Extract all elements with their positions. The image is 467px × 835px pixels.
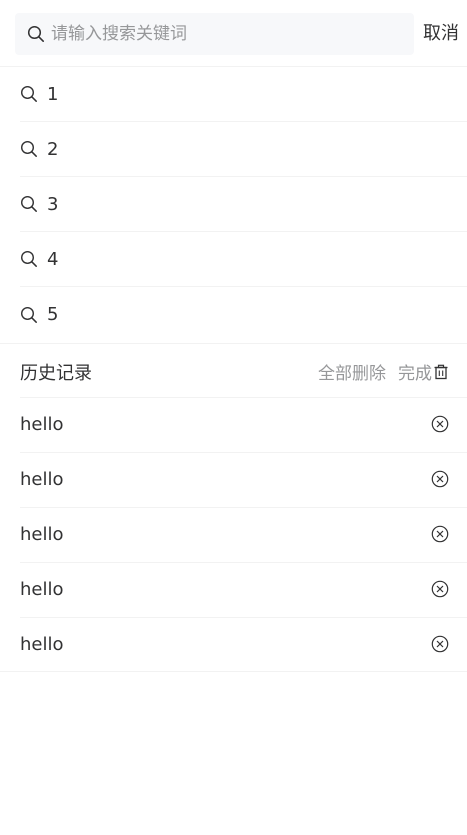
suggestion-item[interactable]: 1 — [20, 67, 467, 122]
search-icon — [20, 250, 38, 268]
close-circle-icon[interactable] — [431, 635, 449, 653]
cancel-button[interactable]: 取消 — [423, 21, 459, 47]
history-item[interactable]: hello — [0, 452, 467, 507]
history-item[interactable]: hello — [0, 507, 467, 562]
close-circle-icon[interactable] — [431, 580, 449, 598]
search-box[interactable] — [15, 13, 414, 55]
divider — [20, 397, 467, 398]
suggestion-item[interactable]: 3 — [20, 177, 467, 232]
history-item-label: hello — [20, 633, 64, 655]
close-circle-icon[interactable] — [431, 525, 449, 543]
history-item[interactable]: hello — [0, 617, 467, 672]
trash-icon[interactable] — [433, 364, 449, 380]
suggestion-label: 1 — [47, 83, 59, 105]
history-item[interactable]: hello — [0, 397, 467, 452]
search-bar: 取消 — [0, 0, 467, 67]
suggestion-item[interactable]: 5 — [20, 287, 467, 342]
suggestion-label: 3 — [47, 193, 59, 215]
search-input[interactable] — [51, 13, 414, 55]
history-header: 历史记录 全部删除 完成 — [0, 343, 467, 397]
search-icon — [20, 195, 38, 213]
divider — [20, 617, 467, 618]
delete-all-button[interactable]: 全部删除 — [318, 359, 386, 384]
divider — [20, 507, 467, 508]
history-list: hello hello hello hello hello — [0, 397, 467, 672]
history-item-label: hello — [20, 414, 64, 435]
done-button[interactable]: 完成 — [398, 359, 432, 384]
suggestion-label: 4 — [47, 248, 59, 270]
suggestion-item[interactable]: 2 — [20, 122, 467, 177]
close-circle-icon[interactable] — [431, 470, 449, 488]
search-icon — [20, 306, 38, 324]
suggestion-label: 5 — [47, 304, 59, 325]
history-title: 历史记录 — [20, 363, 92, 384]
close-circle-icon[interactable] — [431, 415, 449, 433]
search-icon — [27, 25, 45, 43]
history-item-label: hello — [20, 579, 64, 600]
divider — [20, 562, 467, 563]
search-icon — [20, 85, 38, 103]
history-actions: 全部删除 完成 — [318, 359, 449, 384]
divider — [20, 452, 467, 453]
history-item-label: hello — [20, 524, 64, 545]
suggestion-list: 1 2 3 4 5 — [0, 67, 467, 342]
search-icon — [20, 140, 38, 158]
suggestion-item[interactable]: 4 — [20, 232, 467, 287]
suggestion-label: 2 — [47, 138, 59, 160]
history-item-label: hello — [20, 469, 64, 490]
history-item[interactable]: hello — [0, 562, 467, 617]
